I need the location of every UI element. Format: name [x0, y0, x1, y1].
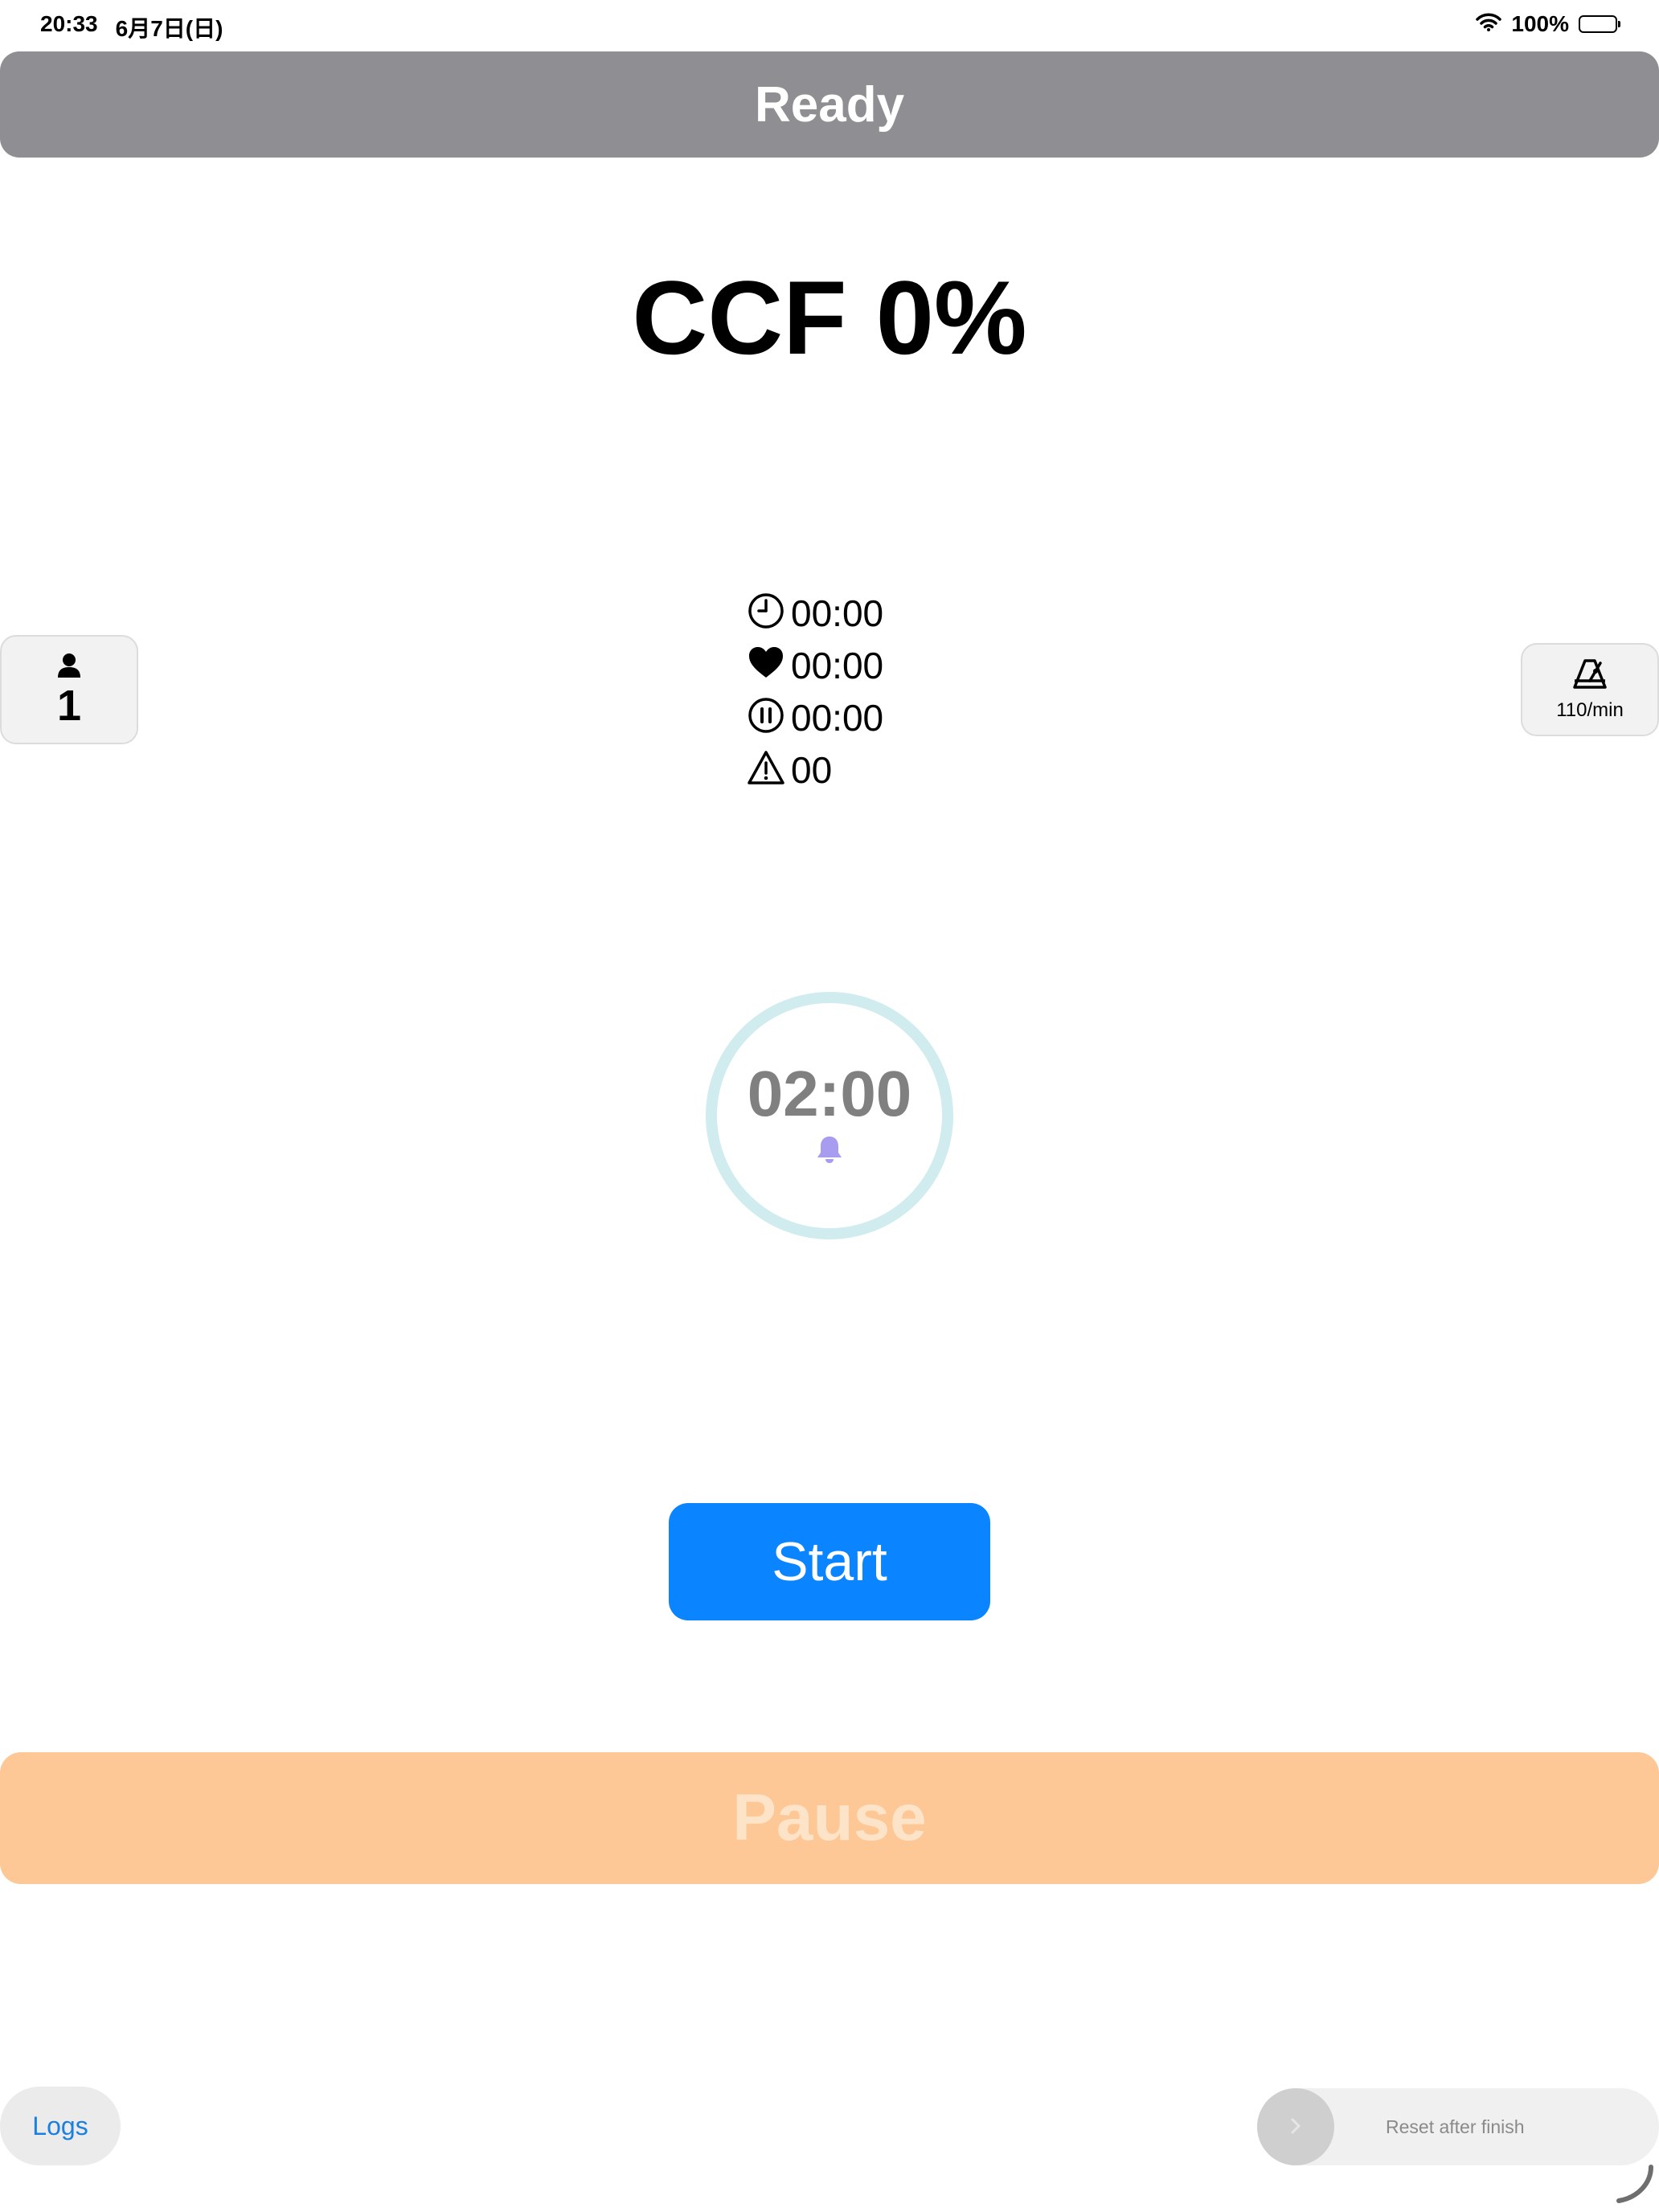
- bell-icon[interactable]: [816, 1135, 843, 1168]
- ccf-percentage: CCF 0%: [632, 259, 1027, 376]
- status-left: 20:33 6月7日(日): [40, 11, 223, 43]
- countdown-timer: 02:00: [747, 1058, 912, 1129]
- status-date: 6月7日(日): [115, 16, 223, 41]
- stat-total-time: 00:00: [748, 587, 883, 639]
- compression-time-value: 00:00: [791, 644, 884, 686]
- compression-rate-label: 110/min: [1556, 698, 1624, 721]
- alerts-value: 00: [791, 748, 833, 791]
- pause-circle-icon: [748, 697, 784, 738]
- slider-knob[interactable]: [1257, 2088, 1334, 2165]
- rescuer-count: 1: [56, 681, 82, 730]
- status-time: 20:33: [40, 11, 98, 36]
- status-right: 100%: [1476, 11, 1620, 37]
- start-button[interactable]: Start: [669, 1503, 990, 1620]
- battery-icon: [1579, 15, 1620, 33]
- stat-alerts: 00: [748, 743, 883, 796]
- stat-pause-time: 00:00: [748, 691, 883, 743]
- logs-button[interactable]: Logs: [0, 2087, 121, 2165]
- warning-icon: [748, 749, 784, 790]
- stat-compression-time: 00:00: [748, 639, 883, 691]
- clock-icon: [748, 592, 784, 633]
- total-time-value: 00:00: [791, 592, 884, 634]
- chevron-right-icon: [1289, 2112, 1302, 2142]
- metronome-icon: [1571, 658, 1608, 694]
- rescuer-count-button[interactable]: 1: [0, 635, 138, 744]
- reset-slider-label: Reset after finish: [1386, 2116, 1525, 2137]
- state-label: Ready: [754, 76, 905, 133]
- resize-handle-icon[interactable]: [1614, 2164, 1654, 2208]
- pause-button[interactable]: Pause: [0, 1752, 1659, 1884]
- person-icon: [56, 652, 82, 683]
- compression-rate-button[interactable]: 110/min: [1521, 643, 1659, 736]
- reset-after-finish-slider[interactable]: Reset after finish: [1257, 2088, 1659, 2165]
- battery-percent: 100%: [1511, 11, 1569, 36]
- status-bar: 20:33 6月7日(日) 100%: [0, 0, 1659, 50]
- stats-list: 00:00 00:00 00:00 00: [748, 587, 883, 796]
- heart-icon: [748, 645, 784, 686]
- wifi-icon: [1476, 11, 1502, 37]
- state-banner: Ready: [0, 51, 1659, 158]
- pause-time-value: 00:00: [791, 696, 884, 739]
